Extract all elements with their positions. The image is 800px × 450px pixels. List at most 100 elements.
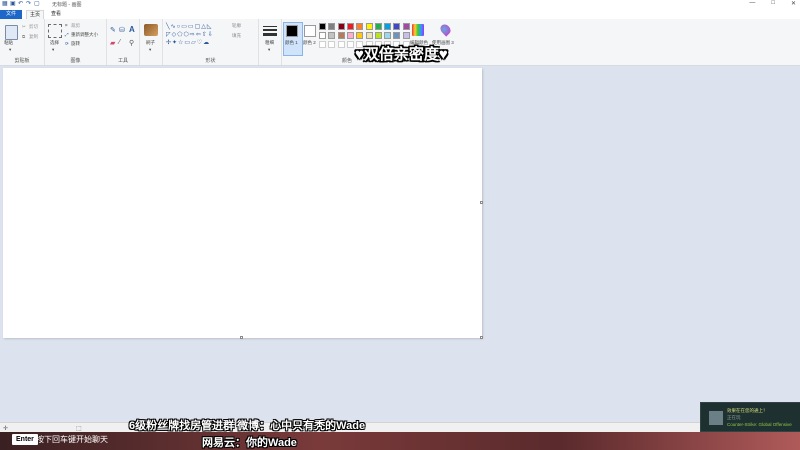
avatar	[709, 411, 723, 425]
canvas-resize-handle-right[interactable]	[480, 201, 483, 204]
rotate-button[interactable]: 旋转	[71, 41, 80, 47]
tab-view[interactable]: 查看	[48, 10, 64, 19]
palette-swatch[interactable]	[402, 32, 410, 39]
window-controls: — □ ✕	[749, 0, 796, 7]
palette-swatch[interactable]	[365, 32, 373, 39]
intimacy-banner: ♥双倍亲密度♥	[355, 46, 448, 63]
title-bar: ▦ ▣ ↶ ↷ ▢ 无标题 - 画图 — □ ✕	[0, 0, 800, 10]
shapes-group-label: 形状	[205, 58, 216, 64]
palette-swatch[interactable]	[374, 23, 382, 30]
palette-swatch[interactable]	[346, 23, 354, 30]
cut-icon[interactable]: ✂	[22, 24, 26, 30]
edit-colors-icon[interactable]	[412, 24, 424, 36]
magnifier-icon[interactable]: ⚲	[129, 39, 134, 47]
tools-group-label: 工具	[117, 58, 128, 64]
select-dropdown-icon[interactable]: ▾	[52, 47, 54, 53]
fan-group-caption: 6级粉丝牌找房管进群 微博：心中只有秃的Wade	[129, 420, 366, 432]
quick-access-toolbar: ▦ ▣ ↶ ↷ ▢	[2, 1, 40, 8]
size-line-thick	[263, 33, 277, 36]
tab-home[interactable]: 主页	[26, 10, 44, 19]
copy-icon[interactable]: ⧉	[22, 34, 25, 39]
minimize-button[interactable]: —	[749, 0, 755, 7]
paste-icon[interactable]	[5, 25, 18, 40]
palette-swatch[interactable]	[374, 32, 382, 39]
palette-swatch[interactable]	[356, 23, 364, 30]
close-button[interactable]: ✕	[791, 0, 796, 7]
palette-swatch[interactable]	[337, 23, 345, 30]
steam-notification[interactable]: 效果在在您的通上！ 正在玩 Counter-Strike: Global Off…	[700, 402, 800, 432]
canvas-resize-handle-bottom[interactable]	[240, 336, 243, 339]
color2-label[interactable]: 颜色 2	[303, 40, 316, 46]
copy-button[interactable]: 复制	[29, 34, 38, 40]
resize-button[interactable]: 重新调整大小	[71, 32, 98, 38]
cursor-position-icon: ✛	[3, 426, 9, 432]
brushes-dropdown-icon[interactable]: ▾	[149, 47, 151, 53]
fill-button[interactable]: 填充	[232, 33, 241, 39]
redo-icon[interactable]: ↷	[26, 1, 32, 8]
tab-file[interactable]: 文件	[0, 10, 22, 19]
maximize-button[interactable]: □	[771, 0, 775, 7]
paste-button[interactable]: 粘贴	[4, 40, 13, 46]
undo-icon[interactable]: ↶	[18, 1, 24, 8]
custom-color-slot[interactable]	[328, 41, 336, 48]
size-line-thin	[263, 26, 277, 27]
brush-icon[interactable]	[144, 24, 158, 36]
cut-button[interactable]: 剪切	[29, 24, 38, 30]
size-line-medium	[263, 29, 277, 31]
color1-swatch[interactable]	[286, 25, 298, 37]
palette-swatch[interactable]	[337, 32, 345, 39]
clipboard-group: 粘贴 ▾ ✂ 剪切 ⧉ 复制 剪贴板	[0, 19, 45, 65]
custom-color-slot[interactable]	[319, 41, 326, 48]
resize-icon[interactable]: ⤢	[65, 32, 69, 37]
palette-swatch[interactable]	[402, 23, 410, 30]
crop-button[interactable]: 裁剪	[71, 23, 80, 29]
palette-swatch[interactable]	[365, 23, 373, 30]
notification-line2: 正在玩	[727, 415, 741, 420]
size-group[interactable]: 粗细 ▾	[259, 19, 282, 65]
new-icon[interactable]: ▢	[34, 1, 40, 8]
game-chat-bar	[0, 432, 800, 450]
paste-dropdown-icon[interactable]: ▾	[9, 47, 11, 53]
color-picker-icon[interactable]: ⁄	[119, 39, 120, 46]
palette-swatch[interactable]	[393, 23, 401, 30]
palette-swatch[interactable]	[393, 32, 401, 39]
select-icon[interactable]	[48, 24, 62, 38]
pencil-icon[interactable]: ✎	[110, 26, 116, 34]
crop-icon[interactable]: ⌗	[65, 23, 68, 28]
paint-app-icon: ▦	[2, 1, 8, 7]
fill-icon[interactable]: ⛁	[119, 26, 125, 34]
tools-group: ✎ ⛁ A ▰ ⁄ ⚲ 工具	[107, 19, 140, 65]
shapes-gallery-row1[interactable]: ╲∿○▭▭▢△◺	[166, 23, 213, 30]
palette-swatch[interactable]	[356, 32, 364, 39]
rotate-icon[interactable]: ⟳	[65, 41, 69, 47]
chat-hint: 按下回车键开始聊天	[36, 435, 108, 444]
custom-color-slot[interactable]	[337, 41, 345, 48]
image-group: 选择 ▾ ⌗ 裁剪 ⤢ 重新调整大小 ⟳ 旋转 图像	[45, 19, 107, 65]
paint3d-icon[interactable]	[438, 22, 453, 37]
selection-size-icon: ⬚	[76, 426, 82, 432]
save-icon[interactable]: ▣	[10, 1, 16, 8]
canvas-resize-handle-corner[interactable]	[480, 336, 483, 339]
size-button[interactable]: 粗细	[265, 40, 274, 46]
palette-swatch[interactable]	[346, 32, 354, 39]
size-dropdown-icon[interactable]: ▾	[268, 47, 270, 53]
palette-swatch[interactable]	[384, 32, 392, 39]
custom-color-slot[interactable]	[346, 41, 354, 48]
outline-button[interactable]: 轮廓	[232, 23, 241, 29]
palette-swatch[interactable]	[328, 32, 336, 39]
palette-swatch[interactable]	[328, 23, 336, 30]
text-icon[interactable]: A	[129, 25, 135, 34]
shapes-gallery-row3[interactable]: ✢✦☆▭▱♡☁	[166, 39, 210, 46]
brushes-button[interactable]: 刷子	[146, 40, 155, 46]
eraser-icon[interactable]: ▰	[110, 39, 115, 47]
color1-label[interactable]: 颜色 1	[285, 40, 298, 46]
drawing-canvas[interactable]	[3, 68, 482, 338]
brushes-group[interactable]: 刷子 ▾	[140, 19, 163, 65]
palette-swatch[interactable]	[319, 23, 326, 30]
color2-swatch[interactable]	[304, 25, 316, 37]
select-button[interactable]: 选择	[50, 40, 59, 46]
window-title: 无标题 - 画图	[52, 2, 82, 8]
palette-swatch[interactable]	[319, 32, 326, 39]
shapes-gallery-row2[interactable]: ◸◇⬠⬡⇨⇦⇧⇩	[166, 31, 214, 38]
palette-swatch[interactable]	[384, 23, 392, 30]
